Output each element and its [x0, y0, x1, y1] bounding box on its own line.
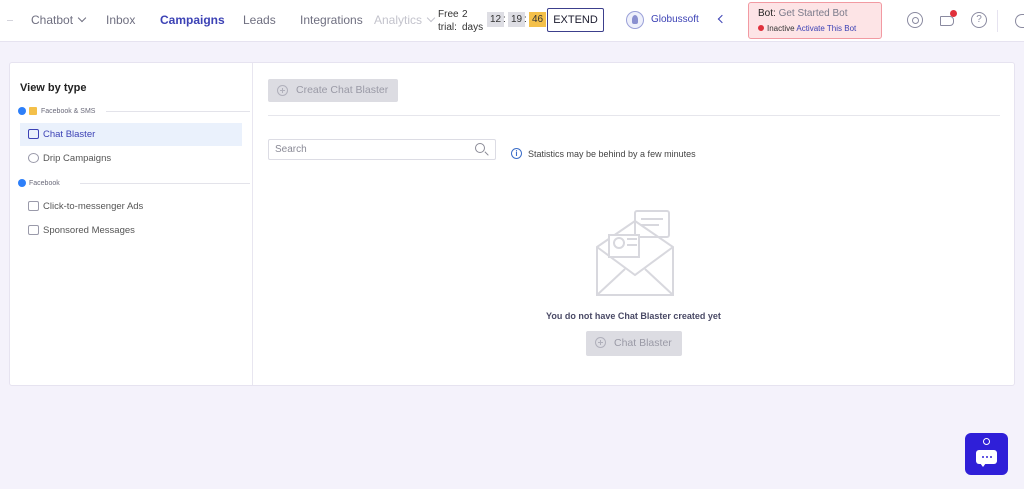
sidebar-item-label: Click-to-messenger Ads [43, 201, 144, 212]
chat-blaster-icon [28, 129, 39, 139]
profile-icon[interactable] [1015, 14, 1024, 28]
sponsored-icon [28, 225, 39, 235]
sidebar-item-drip-campaigns[interactable]: Drip Campaigns [20, 147, 242, 170]
bot-status-box: Bot: Get Started Bot Inactive Activate T… [748, 2, 882, 39]
campaigns-panel: View by type Facebook & SMS Chat Blaster… [9, 62, 1015, 386]
help-icon[interactable]: ? [971, 12, 987, 28]
trial-label-free: Free [438, 9, 459, 20]
timer-hours: 12 [487, 12, 505, 27]
trial-days-label: days [462, 22, 484, 33]
nav-divider [997, 10, 998, 32]
bot-status: Inactive [767, 24, 795, 33]
bot-prefix: Bot: [758, 8, 776, 19]
sidebar-item-label: Chat Blaster [43, 129, 96, 140]
messenger-icon [18, 107, 26, 115]
plus-circle-icon [595, 337, 606, 348]
trial-info: Free trial: 2 days [438, 8, 483, 34]
sidebar-item-label: Sponsored Messages [43, 225, 135, 236]
chat-launcher-button[interactable] [965, 433, 1008, 475]
sms-icon [29, 107, 37, 115]
activate-bot-link[interactable]: Activate This Bot [796, 24, 856, 33]
empty-state-text: You do not have Chat Blaster created yet [546, 311, 721, 321]
info-icon: i [511, 148, 522, 159]
sidebar-item-label: Drip Campaigns [43, 153, 112, 164]
nav-inbox[interactable]: Inbox [106, 13, 135, 27]
nav-divider [7, 20, 13, 21]
chevron-down-icon [77, 13, 87, 23]
sidebar-item-chat-blaster[interactable]: Chat Blaster [20, 123, 242, 146]
group-label: Facebook [29, 179, 60, 187]
sidebar-item-click-to-messenger-ads[interactable]: Click-to-messenger Ads [20, 195, 242, 218]
account-avatar[interactable] [626, 11, 644, 29]
sidebar: View by type Facebook & SMS Chat Blaster… [10, 63, 253, 385]
sidebar-title: View by type [20, 82, 87, 94]
create-button-label: Create Chat Blaster [296, 84, 389, 96]
ads-icon [28, 201, 39, 211]
extend-button[interactable]: EXTEND [547, 8, 604, 32]
plus-circle-icon [277, 85, 288, 96]
empty-envelope-icon [596, 210, 674, 296]
group-facebook: Facebook [18, 179, 250, 187]
sidebar-item-sponsored-messages[interactable]: Sponsored Messages [20, 219, 242, 242]
top-nav: Chatbot Inbox Campaigns Leads Integratio… [0, 0, 1024, 42]
search-input[interactable] [268, 139, 496, 160]
statistics-note: Statistics may be behind by a few minute… [528, 149, 696, 159]
nav-campaigns[interactable]: Campaigns [160, 13, 225, 27]
messenger-icon [18, 179, 26, 187]
search-icon[interactable] [475, 143, 485, 153]
content-divider [268, 115, 1000, 116]
drip-icon [28, 153, 39, 163]
timer-separator: : [503, 14, 506, 25]
typing-dots-icon [981, 456, 992, 458]
group-facebook-sms: Facebook & SMS [18, 107, 250, 115]
trial-days-count: 2 [462, 9, 468, 20]
timer-minutes: 19 [508, 12, 526, 27]
add-chat-blaster-button[interactable]: Chat Blaster [586, 331, 682, 356]
announcement-megaphone-icon[interactable] [939, 10, 957, 28]
nav-integrations[interactable]: Integrations [300, 13, 363, 27]
nav-leads[interactable]: Leads [243, 13, 276, 27]
nav-chatbot[interactable]: Chatbot [31, 13, 87, 27]
timer-seconds: 46 [529, 12, 547, 27]
nav-analytics[interactable]: Analytics [374, 13, 436, 27]
signal-icon [983, 438, 990, 445]
add-button-label: Chat Blaster [614, 337, 672, 349]
timer-separator: : [524, 14, 527, 25]
group-label: Facebook & SMS [41, 107, 96, 115]
bot-name: Get Started Bot [778, 8, 848, 19]
group-divider [80, 183, 250, 184]
trial-label-trial: trial: [438, 22, 457, 33]
status-dot-icon [758, 25, 764, 31]
main-content: Create Chat Blaster i Statistics may be … [253, 63, 1014, 385]
group-divider [106, 111, 250, 112]
chevron-down-icon [426, 13, 436, 23]
chevron-left-icon[interactable] [717, 14, 727, 24]
account-name[interactable]: Globussoft [651, 14, 699, 25]
settings-gear-icon[interactable] [907, 12, 923, 28]
create-chat-blaster-button[interactable]: Create Chat Blaster [268, 79, 398, 102]
